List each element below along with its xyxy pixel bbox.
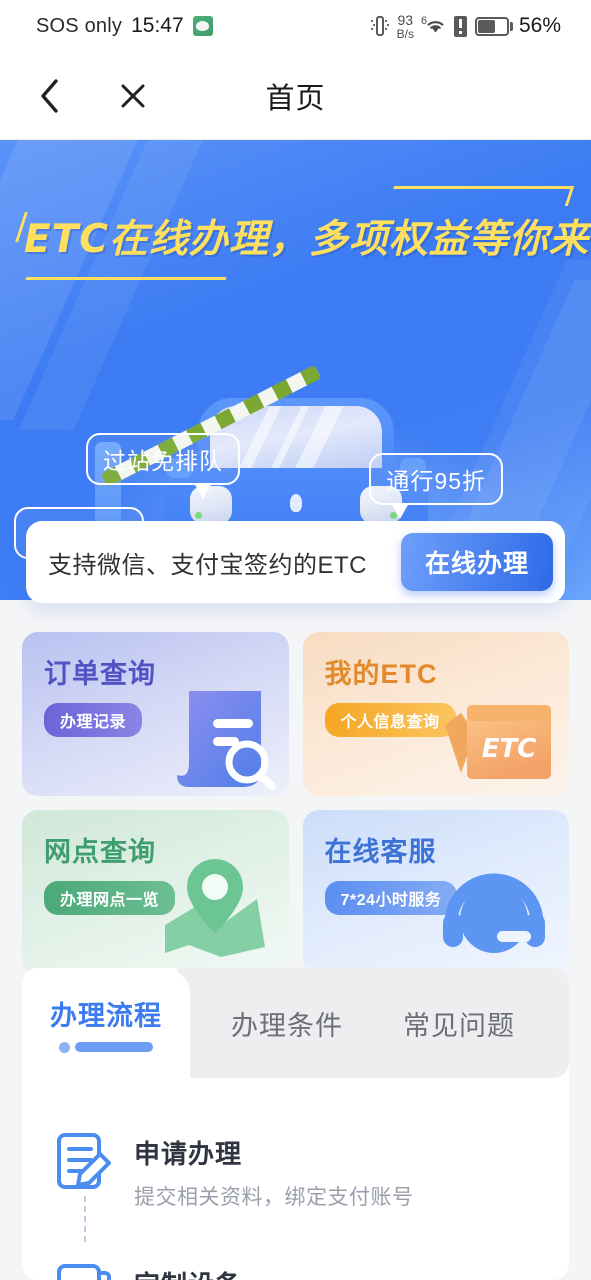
carrier-label: SOS only: [36, 14, 123, 37]
feature-card-badge: 办理网点一览: [44, 881, 176, 915]
process-step: 申请办理 提交相关资料，绑定支付账号: [22, 1132, 569, 1242]
process-step-list: 申请办理 提交相关资料，绑定支付账号 定制设备: [22, 1090, 569, 1280]
tab-label: 办理条件: [231, 1010, 343, 1041]
status-bar: SOS only 15:47 93 B/s 6 56%: [0, 0, 591, 52]
back-chevron-icon: [41, 78, 58, 113]
network-speed-value: 93: [397, 11, 414, 28]
vibrate-icon: [370, 15, 389, 37]
tab-bar: 办理流程 办理条件 常见问题: [22, 968, 569, 1090]
document-search-icon: [163, 685, 281, 796]
nav-bar: 首页: [0, 52, 591, 140]
process-step: 定制设备: [22, 1263, 569, 1280]
battery-percent-label: 56%: [518, 14, 561, 37]
clock-label: 15:47: [131, 14, 184, 37]
back-button[interactable]: [28, 75, 70, 117]
network-speed: 93 B/s: [397, 13, 414, 40]
hero-bubble-label: 过站免排队: [103, 448, 223, 474]
headline-decor-bottom: [25, 277, 227, 280]
feature-card-order-query[interactable]: 订单查询 办理记录: [22, 632, 289, 796]
feature-card-badge: 7*24小时服务: [324, 881, 458, 915]
headline-decor-top: [387, 186, 575, 206]
alert-icon: [453, 15, 467, 37]
cta-card: 支持微信、支付宝签约的ETC 在线办理: [26, 521, 565, 603]
wifi-icon: 6: [421, 15, 446, 37]
bubble-tail: [391, 503, 410, 519]
feature-card-title: 我的ETC: [324, 659, 438, 689]
step-connector: [84, 1196, 86, 1242]
device-icon: [56, 1263, 118, 1280]
headset-icon: [439, 861, 549, 970]
cta-description: 支持微信、支付宝签约的ETC: [48, 551, 367, 579]
info-panel: 办理流程 办理条件 常见问题 申请办理 提交相关资料，绑定支付账号: [22, 968, 569, 1280]
etc-card-icon: ETC: [433, 689, 557, 794]
status-bar-left: SOS only 15:47: [36, 14, 213, 38]
close-icon: [121, 84, 145, 107]
svg-text:ETC: ETC: [482, 734, 537, 764]
hero-bubble-queue: 过站免排队: [86, 433, 240, 499]
process-step-text: 申请办理 提交相关资料，绑定支付账号: [118, 1132, 414, 1211]
process-step-desc: 提交相关资料，绑定支付账号: [134, 1186, 414, 1209]
feature-grid: 订单查询 办理记录 我的ETC 个人信息查询 ETC 网点查询 办理网点一览 在…: [22, 632, 569, 974]
tab-label: 办理流程: [50, 1000, 162, 1031]
process-step-title: 定制设备: [134, 1265, 242, 1280]
hero-bubble-discount: 通行95折: [369, 453, 503, 519]
hero-headline: ETC在线办理，多项权益等你来领: [15, 186, 591, 280]
tab-conditions[interactable]: 办理条件: [202, 968, 372, 1078]
hero-headline-text: ETC在线办理，多项权益等你来领: [24, 217, 591, 262]
weather-app-icon: [192, 16, 213, 36]
car-emblem: [289, 494, 302, 512]
page-title: 首页: [265, 82, 326, 115]
status-bar-right: 93 B/s 6 56%: [370, 13, 561, 40]
tab-process[interactable]: 办理流程: [22, 968, 190, 1078]
network-speed-unit: B/s: [396, 26, 414, 41]
close-button[interactable]: [112, 75, 154, 117]
hero-bubble-label: 通行95折: [386, 468, 486, 494]
process-step-text: 定制设备: [118, 1263, 242, 1280]
feature-card-branch-query[interactable]: 网点查询 办理网点一览: [22, 810, 289, 974]
feature-card-online-service[interactable]: 在线客服 7*24小时服务: [302, 810, 569, 974]
bubble-tail: [194, 483, 212, 499]
tab-label: 常见问题: [403, 1010, 515, 1041]
feature-card-badge: 办理记录: [44, 703, 143, 737]
apply-online-button[interactable]: 在线办理: [401, 533, 553, 591]
map-pin-icon: [161, 855, 271, 968]
process-step-title: 申请办理: [134, 1139, 243, 1169]
feature-card-my-etc[interactable]: 我的ETC 个人信息查询 ETC: [302, 632, 569, 796]
battery-icon: [474, 16, 513, 36]
document-edit-icon: [56, 1132, 118, 1242]
tab-active-indicator: [59, 1041, 153, 1053]
tab-faq[interactable]: 常见问题: [374, 968, 544, 1078]
